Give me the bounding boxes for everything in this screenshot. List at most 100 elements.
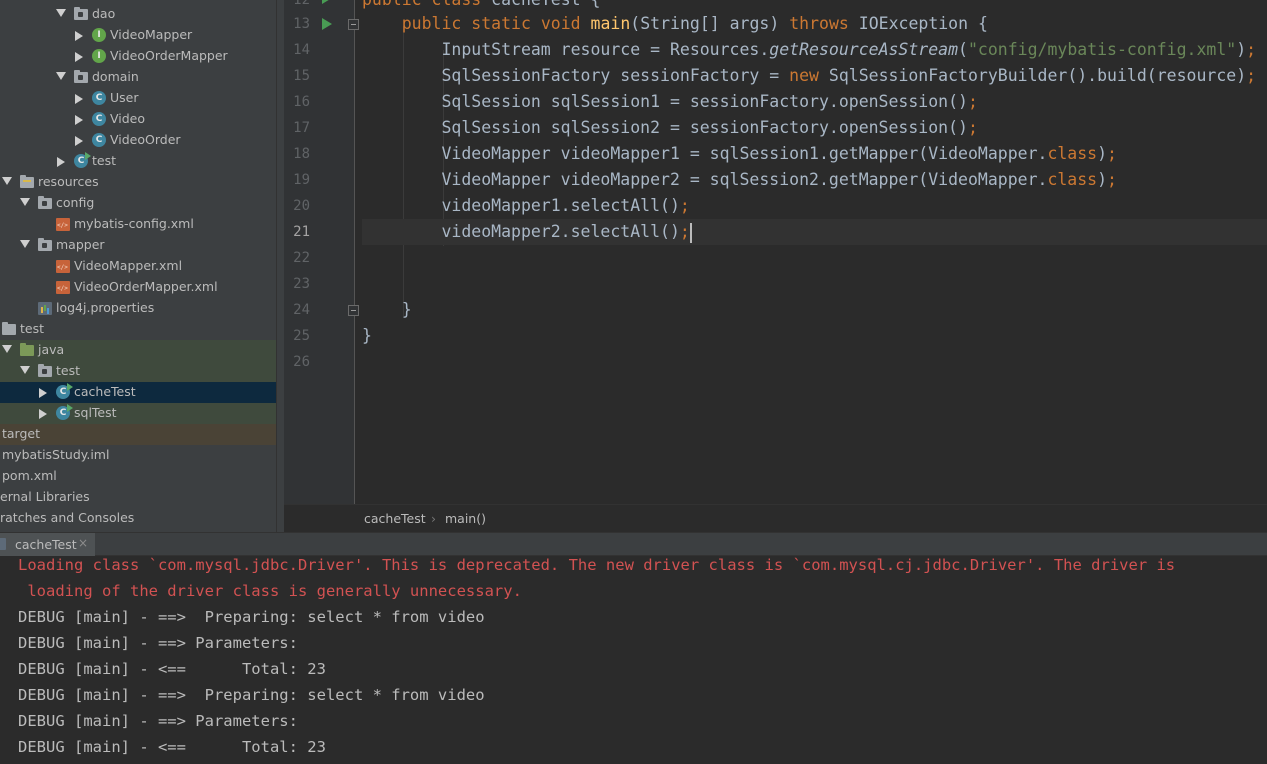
chevron-down-icon[interactable] xyxy=(56,9,66,17)
code-line-24: } xyxy=(362,300,412,319)
code-token: class xyxy=(1047,144,1098,163)
code-token: public xyxy=(401,14,462,33)
tree-item-iml[interactable]: mybatisStudy.iml xyxy=(0,445,276,466)
chevron-right-icon[interactable] xyxy=(75,52,83,62)
console-line: DEBUG [main] - <== Total: 23 xyxy=(18,660,326,678)
chevron-right-icon[interactable] xyxy=(75,115,83,125)
tree-item-scratches[interactable]: ratches and Consoles xyxy=(0,508,276,529)
package-icon xyxy=(74,7,88,20)
tree-item-domain[interactable]: domain xyxy=(0,67,276,88)
code-token: public xyxy=(362,0,422,9)
folder-icon xyxy=(38,238,52,251)
tree-item-sqltest[interactable]: C sqlTest xyxy=(0,403,276,424)
tree-item-test-class[interactable]: C test xyxy=(0,151,276,172)
tree-item-videoordermapper[interactable]: I VideoOrderMapper xyxy=(0,46,276,67)
chevron-down-icon[interactable] xyxy=(56,72,66,80)
console-line: DEBUG [main] - <== Total: 23 xyxy=(18,738,326,756)
runnable-class-icon: C xyxy=(74,152,91,168)
tree-item-label: java xyxy=(38,342,65,357)
tree-item-label: log4j.properties xyxy=(56,300,155,315)
code-area[interactable]: public class cacheTest { public static v… xyxy=(362,0,1267,504)
chevron-down-icon[interactable] xyxy=(20,366,30,374)
tree-item-java[interactable]: java xyxy=(0,340,276,361)
tree-item-resources[interactable]: resources xyxy=(0,172,276,193)
chevron-right-icon[interactable] xyxy=(75,136,83,146)
chevron-right-icon[interactable] xyxy=(75,94,83,104)
code-token: throws xyxy=(789,14,849,33)
console-line: DEBUG [main] - ==> Preparing: select * f… xyxy=(18,608,485,626)
code-token: class xyxy=(1047,170,1098,189)
folder-icon xyxy=(38,196,52,209)
project-tree[interactable]: dao I VideoMapper I VideoOrderMapper dom… xyxy=(0,0,276,532)
class-icon: C xyxy=(92,112,106,126)
tree-item-user[interactable]: C User xyxy=(0,88,276,109)
tree-item-pom[interactable]: pom.xml xyxy=(0,466,276,487)
fold-icon[interactable] xyxy=(348,305,359,316)
tree-item-config[interactable]: config xyxy=(0,193,276,214)
tree-item-dao[interactable]: dao xyxy=(0,4,276,25)
breadcrumb-method[interactable]: main() xyxy=(445,511,486,526)
code-line-17: SqlSession sqlSession2 = sessionFactory.… xyxy=(362,118,978,137)
editor-gutter: 12 13 14 15 16 17 18 19 20 21 22 23 24 2… xyxy=(284,0,359,504)
tree-item-cachetest[interactable]: C cacheTest xyxy=(0,382,276,403)
close-icon[interactable]: × xyxy=(78,536,88,550)
code-token: "config/mybatis-config.xml" xyxy=(967,40,1237,59)
run-class-icon[interactable] xyxy=(322,0,332,4)
class-icon: C xyxy=(92,91,106,105)
tree-item-mapper[interactable]: mapper xyxy=(0,235,276,256)
code-line-21: videoMapper2.selectAll(); xyxy=(362,219,1267,245)
breadcrumb-class[interactable]: cacheTest xyxy=(364,511,426,526)
properties-file-icon xyxy=(38,302,52,315)
code-line-13: public static void main(String[] args) t… xyxy=(401,14,988,33)
code-line-20: videoMapper1.selectAll(); xyxy=(362,196,690,215)
code-line-19: VideoMapper videoMapper2 = sqlSession2.g… xyxy=(362,170,1117,189)
chevron-down-icon[interactable] xyxy=(2,345,12,353)
chevron-down-icon[interactable] xyxy=(2,177,12,185)
code-line-18: VideoMapper videoMapper1 = sqlSession1.g… xyxy=(362,144,1117,163)
chevron-down-icon[interactable] xyxy=(20,240,30,248)
tree-item-label: dao xyxy=(92,6,116,21)
run-tab-cachetest[interactable]: cacheTest × xyxy=(0,533,95,556)
tree-item-external-libraries[interactable]: ernal Libraries xyxy=(0,487,276,508)
console-line: Loading class `com.mysql.jdbc.Driver'. T… xyxy=(18,556,1176,574)
tree-item-label: mybatis-config.xml xyxy=(74,216,194,231)
tree-item-label: test xyxy=(56,363,81,378)
tree-item-label: VideoMapper.xml xyxy=(74,258,183,273)
tree-item-label: VideoMapper xyxy=(110,27,193,42)
interface-icon: I xyxy=(92,28,106,42)
tree-item-label: ratches and Consoles xyxy=(0,510,135,525)
code-line-14: InputStream resource = Resources.getReso… xyxy=(362,40,1257,59)
console-output[interactable]: Loading class `com.mysql.jdbc.Driver'. T… xyxy=(0,556,1267,764)
tree-item-log4j[interactable]: log4j.properties xyxy=(0,298,276,319)
fold-icon[interactable] xyxy=(348,19,359,30)
chevron-right-icon[interactable] xyxy=(75,31,83,41)
code-editor[interactable]: 12 13 14 15 16 17 18 19 20 21 22 23 24 2… xyxy=(284,0,1267,532)
line-number: 20 xyxy=(293,198,310,214)
chevron-right-icon[interactable] xyxy=(39,388,47,398)
tree-item-videoorder[interactable]: C VideoOrder xyxy=(0,130,276,151)
console-line: DEBUG [main] - ==> Parameters: xyxy=(18,634,308,652)
tree-item-target[interactable]: target xyxy=(0,424,276,445)
tree-item-label: mybatisStudy.iml xyxy=(2,447,110,462)
line-number: 14 xyxy=(293,42,310,58)
code-token: getResourceAsStream xyxy=(769,40,959,59)
tree-item-videomapper[interactable]: I VideoMapper xyxy=(0,25,276,46)
tree-item-videomapper-xml[interactable]: VideoMapper.xml xyxy=(0,256,276,277)
chevron-down-icon[interactable] xyxy=(20,198,30,206)
tree-item-video[interactable]: C Video xyxy=(0,109,276,130)
tree-item-test-folder[interactable]: test xyxy=(0,319,276,340)
chevron-right-icon[interactable] xyxy=(57,157,65,167)
code-token: new xyxy=(789,66,819,85)
tree-item-label: test xyxy=(92,153,117,168)
run-main-icon[interactable] xyxy=(322,18,332,30)
line-number: 15 xyxy=(293,68,310,84)
line-number: 24 xyxy=(293,302,310,318)
tree-item-mybatis-config[interactable]: mybatis-config.xml xyxy=(0,214,276,235)
console-line: DEBUG [main] - ==> Parameters: xyxy=(18,712,308,730)
code-token: void xyxy=(540,14,581,33)
tree-scrollbar[interactable] xyxy=(276,0,284,532)
tree-item-test-package[interactable]: test xyxy=(0,361,276,382)
chevron-right-icon[interactable] xyxy=(39,409,47,419)
tree-item-videoordermapper-xml[interactable]: VideoOrderMapper.xml xyxy=(0,277,276,298)
code-line-16: SqlSession sqlSession1 = sessionFactory.… xyxy=(362,92,978,111)
